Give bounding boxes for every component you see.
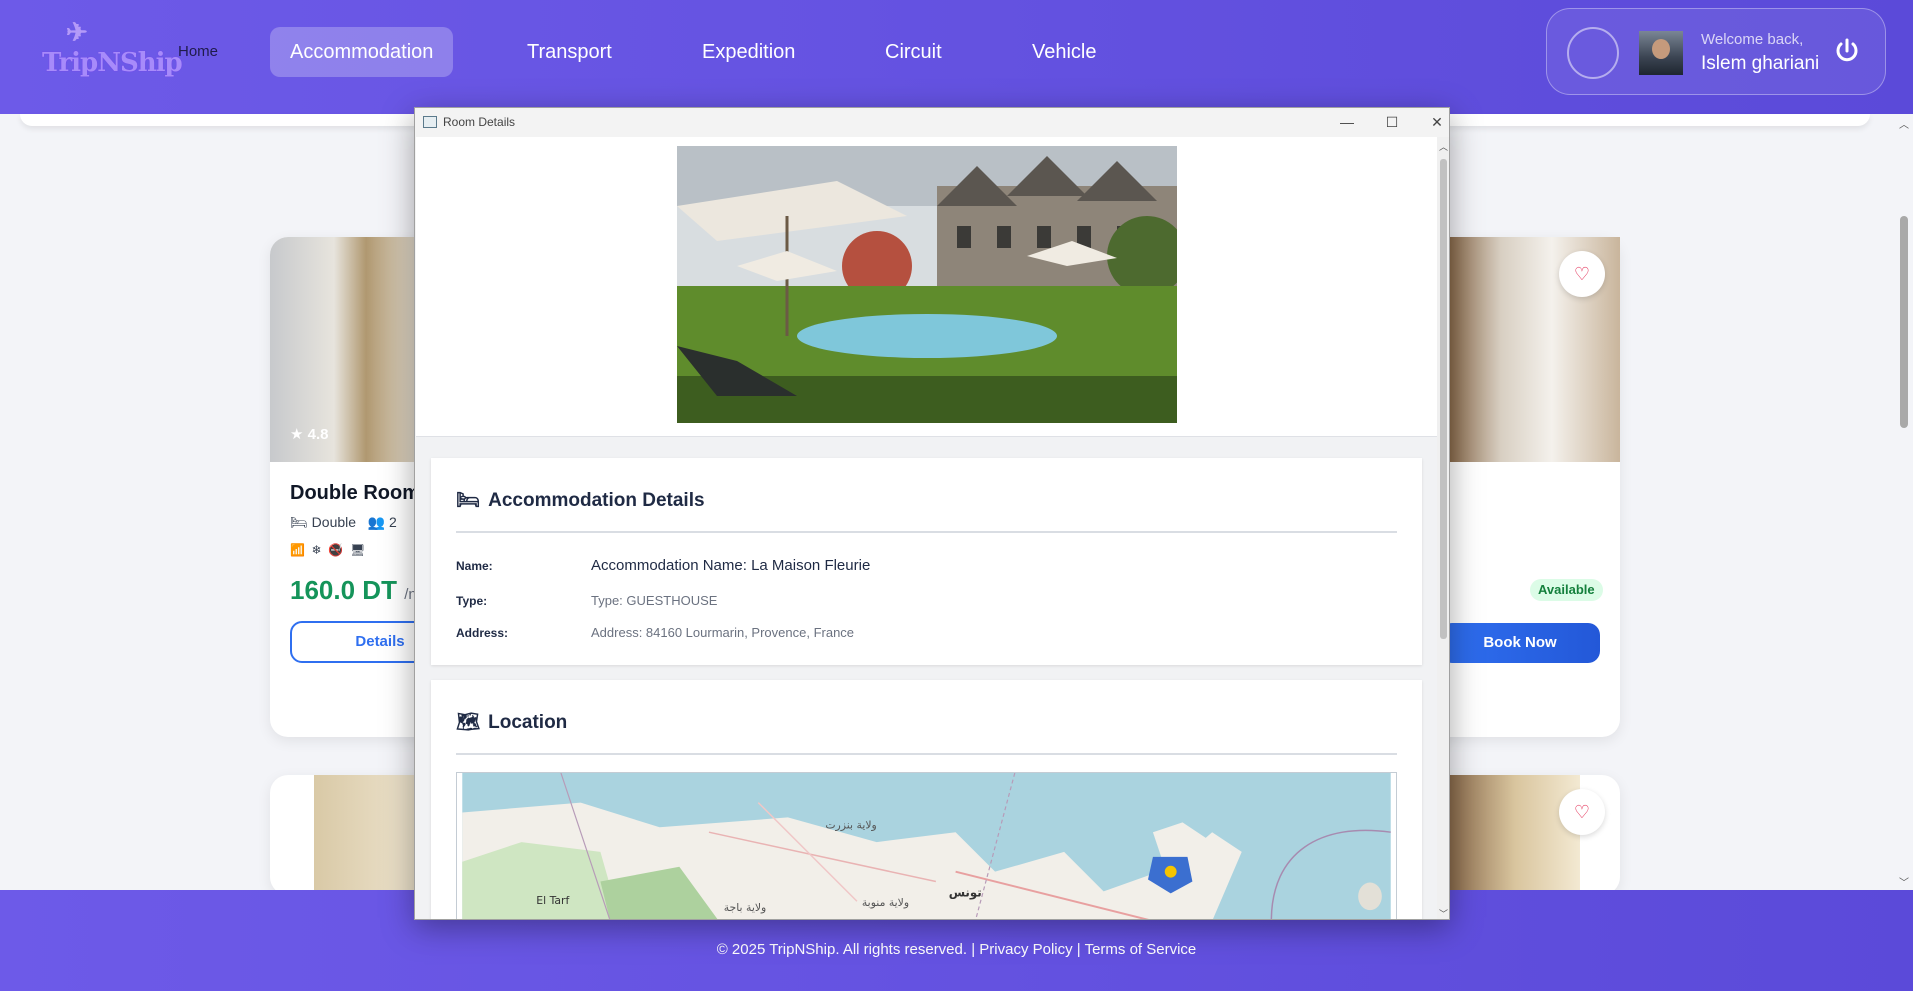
- divider: [456, 753, 1397, 755]
- address-value: Address: 84160 Lourmarin, Provence, Fran…: [591, 625, 855, 640]
- room-capacity: 2: [389, 514, 397, 530]
- window-title: Room Details: [443, 115, 516, 129]
- room-image-right: [1450, 775, 1580, 895]
- accommodation-photo: [677, 146, 1177, 423]
- name-value: Accommodation Name: La Maison Fleurie: [591, 557, 871, 574]
- power-icon[interactable]: [1833, 37, 1861, 65]
- people-icon: 👥: [367, 514, 386, 530]
- room-image: [314, 775, 430, 895]
- status-badge: Available: [1530, 579, 1603, 601]
- footer-copyright: © 2025 TripNShip. All rights reserved. |…: [716, 941, 1197, 958]
- scroll-thumb[interactable]: [1900, 216, 1908, 428]
- window-scrollbar[interactable]: ︿ ﹀: [1437, 137, 1449, 919]
- logo-text: TripNShip: [42, 48, 183, 78]
- nav-home-link[interactable]: Home: [178, 43, 218, 60]
- map-label: تونس: [949, 885, 982, 900]
- notification-ring[interactable]: [1567, 27, 1619, 79]
- divider: [456, 531, 1397, 533]
- map-label: ولاية باجة: [724, 901, 767, 914]
- scroll-up-arrow[interactable]: ︿: [1439, 140, 1448, 153]
- room-details-window: Room Details — ☐ ✕ 🛏 Accommodation Detai…: [414, 107, 1450, 920]
- scroll-down-arrow[interactable]: ﹀: [1899, 874, 1909, 889]
- nav-circuit[interactable]: Circuit: [865, 27, 962, 77]
- name-label: Name:: [456, 559, 493, 573]
- welcome-text: Welcome back,: [1701, 31, 1804, 48]
- address-label: Address:: [456, 626, 509, 640]
- favorite-heart-icon[interactable]: ♡: [1559, 251, 1605, 297]
- maximize-icon[interactable]: ☐: [1381, 112, 1403, 132]
- location-panel: 🗺 Location ولاية بنزرت El Tarf ولاية باج…: [431, 680, 1422, 920]
- amenity-icons: 📶 ❄ 🚭 🖥: [290, 543, 365, 557]
- details-heading-text: Accommodation Details: [488, 490, 705, 511]
- tripnship-logo[interactable]: ✈ TripNShip: [38, 18, 183, 88]
- scroll-up-arrow[interactable]: ︿: [1899, 116, 1909, 131]
- rating-badge: ★ 4.8: [290, 426, 329, 443]
- accommodation-details-panel: 🛏 Accommodation Details Name: Accommodati…: [431, 458, 1422, 665]
- user-panel: Welcome back, Islem ghariani: [1546, 8, 1886, 95]
- no-smoking-icon: 🚭: [328, 543, 344, 557]
- nav-accommodation[interactable]: Accommodation: [270, 27, 454, 77]
- room-title: Double Room: [290, 482, 420, 504]
- bed-icon: 🛏: [456, 490, 481, 511]
- scroll-thumb[interactable]: [1440, 159, 1447, 639]
- book-now-button[interactable]: Book Now: [1440, 623, 1600, 663]
- minimize-icon[interactable]: —: [1336, 112, 1358, 132]
- window-content: 🛏 Accommodation Details Name: Accommodati…: [416, 137, 1437, 920]
- location-heading-text: Location: [488, 712, 568, 733]
- details-heading: 🛏 Accommodation Details: [456, 488, 705, 512]
- location-heading: 🗺 Location: [456, 710, 567, 734]
- scroll-down-arrow[interactable]: ﹀: [1439, 907, 1448, 919]
- wifi-icon: 📶: [290, 543, 305, 557]
- nav-expedition[interactable]: Expedition: [682, 27, 815, 77]
- nav-vehicle[interactable]: Vehicle: [1012, 27, 1117, 77]
- world-map-icon: 🗺: [456, 712, 481, 733]
- avatar[interactable]: [1639, 31, 1683, 75]
- hero-image-container: [416, 137, 1437, 437]
- top-navbar: ✈ TripNShip Home Accommodation Transport…: [0, 0, 1913, 114]
- type-label: Type:: [456, 594, 488, 608]
- room-price: 160.0 DT /n: [290, 575, 417, 606]
- type-value: Type: GUESTHOUSE: [591, 593, 718, 608]
- nav-transport[interactable]: Transport: [507, 27, 632, 77]
- map-label: ولاية بنزرت: [825, 818, 876, 831]
- page-scrollbar[interactable]: ︿ ﹀: [1895, 114, 1913, 890]
- window-app-icon: [423, 116, 437, 128]
- price-value: 160.0 DT: [290, 575, 397, 605]
- map-label: El Tarf: [536, 894, 570, 907]
- airplane-icon: ✈: [66, 18, 88, 48]
- room-type: Double: [311, 514, 357, 530]
- location-map[interactable]: ولاية بنزرت El Tarf ولاية باجة ولاية منو…: [456, 772, 1397, 920]
- favorite-heart-icon[interactable]: ♡: [1559, 789, 1605, 835]
- close-icon[interactable]: ✕: [1426, 112, 1448, 132]
- tv-icon: 🖥: [349, 543, 366, 557]
- window-titlebar[interactable]: Room Details — ☐ ✕: [415, 108, 1449, 137]
- map-label: ولاية منوبة: [862, 896, 909, 909]
- bed-icon: 🛏: [290, 514, 308, 530]
- user-name: Islem ghariani: [1701, 53, 1820, 74]
- room-meta: 🛏 Double 👥 2: [290, 514, 397, 531]
- ac-icon: ❄: [311, 543, 322, 557]
